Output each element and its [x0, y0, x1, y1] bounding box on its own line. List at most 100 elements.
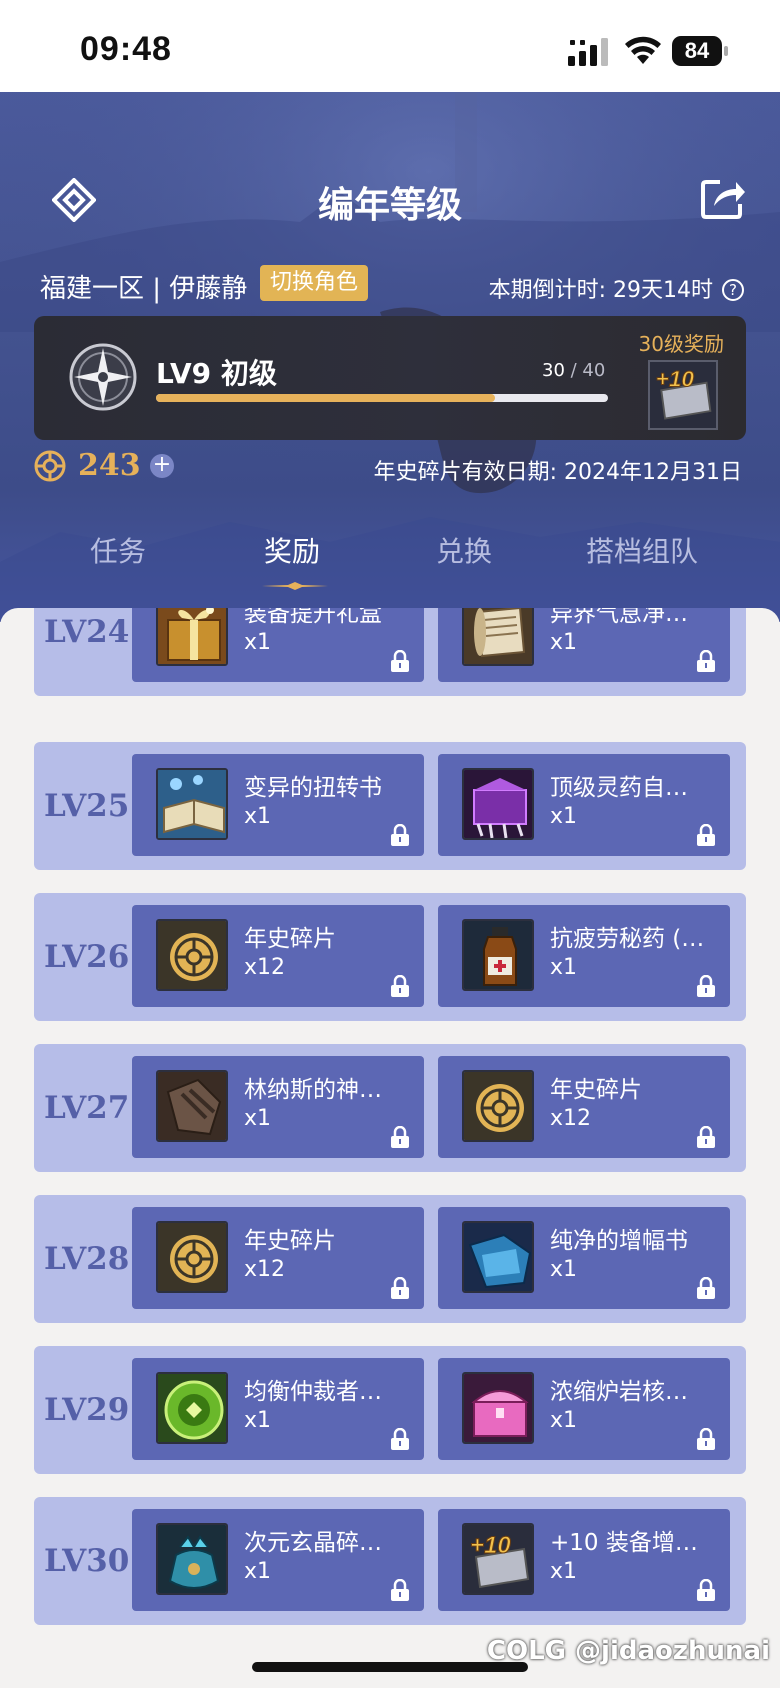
- reward-item-name: 纯净的增幅书: [550, 1228, 688, 1254]
- reward-item-name: 年史碎片: [244, 1228, 336, 1254]
- tab-bar: 任务 奖励 兑换 搭档组队: [0, 530, 780, 590]
- reward-item-quantity: x1: [244, 630, 272, 655]
- reward-item-card[interactable]: 抗疲劳秘药 (… x1: [438, 905, 730, 1007]
- lock-icon: [696, 649, 716, 672]
- reward-item-quantity: x1: [244, 1559, 272, 1584]
- reward-item-name: 装备提升礼盒: [244, 608, 382, 627]
- reward-item-quantity: x1: [244, 1106, 272, 1131]
- reward-level-label: LV24: [44, 614, 130, 650]
- server-player-name: 福建一区 | 伊藤静: [40, 274, 248, 304]
- reward-item-quantity: x12: [550, 1106, 592, 1131]
- home-indicator[interactable]: [252, 1662, 528, 1672]
- potion-box-icon: [462, 768, 534, 840]
- add-fragments-plus-icon[interactable]: +: [150, 454, 174, 478]
- fragment-expiry-date: 年史碎片有效日期: 2024年12月31日: [373, 460, 742, 485]
- share-icon[interactable]: [700, 176, 746, 220]
- scroll-icon: [462, 608, 534, 666]
- book-icon: [156, 768, 228, 840]
- reward-item-name: 次元玄晶碎…: [244, 1530, 382, 1556]
- reward-item-name: +10 装备增…: [550, 1530, 698, 1556]
- watermark-text: COLG @jidaozhunai: [486, 1636, 770, 1666]
- reward-row-lv28: LV28 年史碎片 x12 纯净的增幅书 x1: [34, 1195, 746, 1323]
- reward-item-quantity: x1: [550, 1257, 578, 1282]
- reward-level-label: LV30: [44, 1543, 130, 1579]
- status-bar: 09:48 84: [0, 0, 780, 92]
- season-countdown: 本期倒计时: 29天14时 ?: [489, 272, 744, 304]
- reward-item-name: 浓缩炉岩核…: [550, 1379, 688, 1405]
- reward-item-quantity: x12: [244, 1257, 286, 1282]
- reward-item-name: 异界气息净…: [550, 608, 688, 627]
- lock-icon: [390, 974, 410, 997]
- plus10-ticket-icon[interactable]: +10: [648, 360, 718, 430]
- compass-emblem-icon: [69, 343, 137, 411]
- reward-item-quantity: x1: [244, 1408, 272, 1433]
- reward-item-card[interactable]: 次元玄晶碎… x1: [132, 1509, 424, 1611]
- tab-tasks[interactable]: 任务: [90, 530, 146, 570]
- level30-reward-label: 30级奖励: [638, 332, 724, 356]
- reward-level-label: LV27: [44, 1090, 130, 1126]
- reward-item-name: 抗疲劳秘药 (…: [550, 926, 705, 952]
- battery-indicator: 84: [672, 36, 728, 66]
- reward-item-quantity: x12: [244, 955, 286, 980]
- reward-item-card[interactable]: 年史碎片 x12: [438, 1056, 730, 1158]
- reward-item-name: 年史碎片: [244, 926, 336, 952]
- level-progress-text: 30 / 40: [542, 360, 606, 381]
- lock-icon: [390, 1276, 410, 1299]
- level-progress-card: LV9 初级 30 / 40 30级奖励 +10: [34, 316, 746, 440]
- reward-item-card[interactable]: 林纳斯的神… x1: [132, 1056, 424, 1158]
- page-title: 编年等级: [317, 185, 462, 226]
- reward-item-card[interactable]: +10 +10 装备增… x1: [438, 1509, 730, 1611]
- reward-level-label: LV29: [44, 1392, 130, 1428]
- current-level: LV9 初级: [156, 357, 277, 390]
- reward-item-name: 年史碎片: [550, 1077, 642, 1103]
- lock-icon: [696, 1125, 716, 1148]
- reward-item-name: 均衡仲裁者…: [244, 1379, 382, 1405]
- header-banner: 编年等级 福建一区 | 伊藤静 切换角色 本期倒计时: 29天14时 ? LV9…: [0, 92, 780, 622]
- rewards-list: LV24 装备提升礼盒 x1 异界气息净… x1 LV25 变异的扭转书 x1 顶级灵药自… x1…: [0, 608, 780, 1688]
- tab-rewards[interactable]: 奖励: [264, 530, 320, 570]
- reward-row-lv26: LV26 年史碎片 x12 抗疲劳秘药 (… x1: [34, 893, 746, 1021]
- reward-item-card[interactable]: 顶级灵药自… x1: [438, 754, 730, 856]
- reward-level-label: LV25: [44, 788, 130, 824]
- reward-item-card[interactable]: 装备提升礼盒 x1: [132, 608, 424, 682]
- lock-icon: [696, 1276, 716, 1299]
- chronicle-fragment-coin-icon: [34, 450, 66, 482]
- reward-item-name: 顶级灵药自…: [550, 775, 688, 801]
- countdown-text: 本期倒计时: 29天14时: [488, 278, 713, 303]
- tab-partner-team[interactable]: 搭档组队: [586, 530, 698, 570]
- cellular-signal-icon: [568, 38, 608, 66]
- reward-row-lv25: LV25 变异的扭转书 x1 顶级灵药自… x1: [34, 742, 746, 870]
- active-tab-indicator: [262, 582, 328, 590]
- lock-icon: [390, 1125, 410, 1148]
- reward-item-card[interactable]: 变异的扭转书 x1: [132, 754, 424, 856]
- reward-item-card[interactable]: 均衡仲裁者… x1: [132, 1358, 424, 1460]
- reward-item-quantity: x1: [550, 955, 578, 980]
- reward-item-card[interactable]: 年史碎片 x12: [132, 905, 424, 1007]
- lock-icon: [390, 649, 410, 672]
- fragment-count: 243: [78, 448, 141, 483]
- help-question-icon[interactable]: ?: [722, 279, 744, 301]
- leather-icon: [156, 1070, 228, 1142]
- switch-role-button[interactable]: 切换角色: [260, 265, 369, 301]
- tab-exchange[interactable]: 兑换: [436, 530, 492, 570]
- svg-text:+10: +10: [656, 367, 695, 392]
- reward-item-name: 林纳斯的神…: [244, 1077, 382, 1103]
- reward-item-card[interactable]: 年史碎片 x12: [132, 1207, 424, 1309]
- reward-item-quantity: x1: [550, 630, 578, 655]
- reward-item-card[interactable]: 纯净的增幅书 x1: [438, 1207, 730, 1309]
- crystal-pouch-icon: [156, 1523, 228, 1595]
- plus10-ticket-icon: +10: [462, 1523, 534, 1595]
- green-token-icon: [156, 1372, 228, 1444]
- reward-row-lv30: LV30 次元玄晶碎… x1 +10 +10 装备增… x1: [34, 1497, 746, 1625]
- reward-item-card[interactable]: 浓缩炉岩核… x1: [438, 1358, 730, 1460]
- svg-text:+10: +10: [470, 1532, 511, 1559]
- wifi-icon: [625, 36, 661, 64]
- lock-icon: [696, 974, 716, 997]
- reward-item-quantity: x1: [550, 804, 578, 829]
- reward-row-lv24: LV24 装备提升礼盒 x1 异界气息净… x1: [34, 608, 746, 696]
- reward-item-quantity: x1: [550, 1559, 578, 1584]
- reward-item-card[interactable]: 异界气息净… x1: [438, 608, 730, 682]
- level-progress-bar: [156, 394, 608, 402]
- reward-item-quantity: x1: [550, 1408, 578, 1433]
- reward-level-label: LV26: [44, 939, 130, 975]
